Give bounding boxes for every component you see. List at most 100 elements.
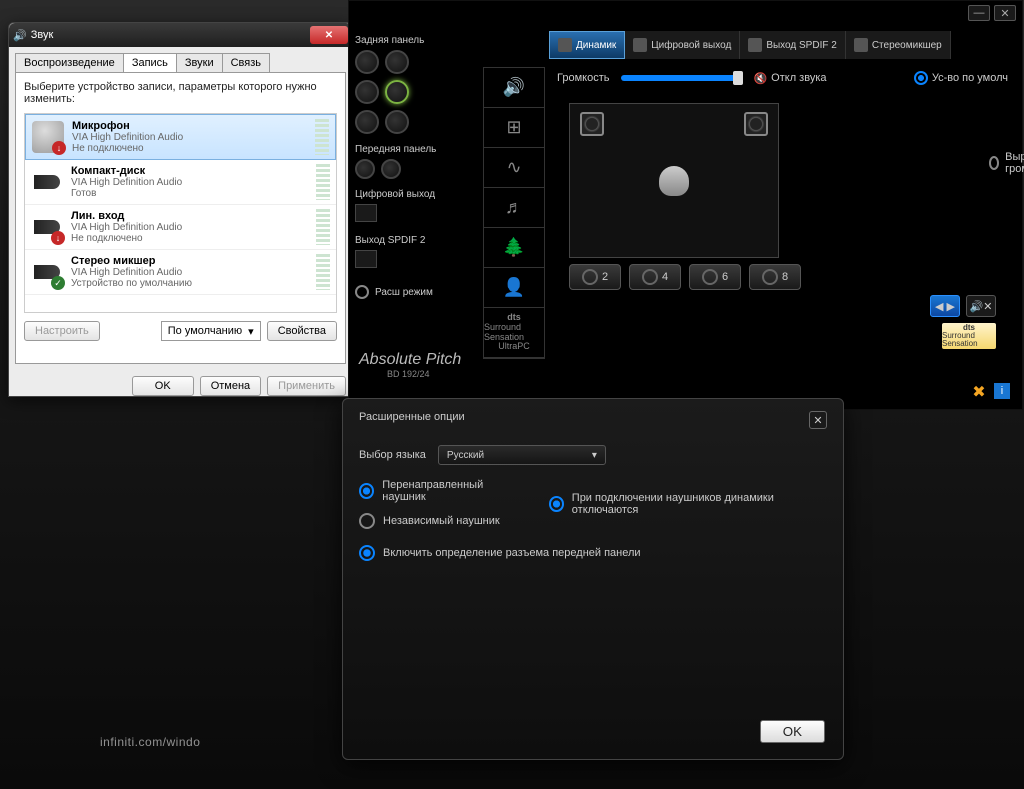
- speaker-fl-icon[interactable]: [580, 112, 604, 136]
- device-name: Компакт-диск: [71, 165, 308, 177]
- device-name: Лин. вход: [71, 210, 308, 222]
- speakers-6-button[interactable]: 6: [689, 264, 741, 290]
- dts-logo: dtsSurround Sensation: [942, 323, 996, 349]
- device-sub: VIA High Definition Audio: [72, 132, 307, 143]
- desktop-watermark: infiniti.com/windo: [100, 735, 200, 749]
- dts-icon[interactable]: dts Surround Sensation UltraPC: [484, 308, 544, 358]
- karaoke-icon[interactable]: 👤: [484, 268, 544, 308]
- configure-button[interactable]: Настроить: [24, 321, 100, 341]
- speaker-icon: [558, 38, 572, 52]
- cancel-button[interactable]: Отмена: [200, 376, 261, 396]
- plug-icon: [633, 38, 647, 52]
- window-title: Звук: [31, 29, 54, 41]
- listener-icon: [659, 166, 689, 196]
- device-status: Готов: [71, 188, 308, 199]
- device-line-in[interactable]: ↓ Лин. вход VIA High Definition Audio Не…: [25, 205, 336, 250]
- radio-on-icon: [549, 496, 564, 512]
- opt-redirected-headphone[interactable]: Перенаправленный наушник: [359, 479, 521, 503]
- radio-on-icon: [914, 71, 928, 85]
- speakers-4-button[interactable]: 4: [629, 264, 681, 290]
- titlebar[interactable]: 🔊 Звук ✕: [9, 23, 352, 47]
- default-device-toggle[interactable]: Ус-во по умолч: [914, 71, 1008, 85]
- speaker-layout-view: [569, 103, 779, 258]
- ok-button[interactable]: OK: [760, 720, 825, 743]
- spdif-out-label: Выход SPDIF 2: [355, 235, 473, 246]
- tab-recording[interactable]: Запись: [123, 53, 177, 72]
- jack-port[interactable]: [385, 110, 409, 134]
- device-status: Не подключено: [72, 143, 307, 154]
- ext-mode-toggle[interactable]: Расш режим: [355, 285, 473, 299]
- opt-independent-headphone[interactable]: Независимый наушник: [359, 513, 521, 529]
- play-test-button[interactable]: ◀ ▶: [930, 295, 960, 317]
- level-meter: [316, 254, 330, 290]
- language-select[interactable]: Русский ▾: [438, 445, 606, 465]
- jack-port-active[interactable]: [385, 80, 409, 104]
- environment-icon[interactable]: 🌲: [484, 228, 544, 268]
- volume-slider[interactable]: [621, 75, 741, 81]
- tools-button[interactable]: 🔊✕: [966, 295, 996, 317]
- volume-icon[interactable]: 🔊: [484, 68, 544, 108]
- digital-port-icon[interactable]: [355, 204, 377, 222]
- jack-port[interactable]: [385, 50, 409, 74]
- radio-icon: [355, 285, 369, 299]
- radio-off-icon: [359, 513, 375, 529]
- tab-digital-out[interactable]: Цифровой выход: [625, 31, 740, 59]
- jack-port[interactable]: [355, 80, 379, 104]
- speakers-8-button[interactable]: 8: [749, 264, 801, 290]
- device-sub: VIA High Definition Audio: [71, 177, 308, 188]
- tab-stereomix[interactable]: Стереомикшер: [846, 31, 951, 59]
- device-status: Не подключено: [71, 233, 308, 244]
- sound-dialog: 🔊 Звук ✕ Воспроизведение Запись Звуки Св…: [8, 22, 353, 397]
- speaker-count-buttons: 2 4 6 8: [569, 264, 1016, 290]
- opt-speakers-off-on-hp[interactable]: При подключении наушников динамики отклю…: [549, 479, 828, 529]
- jack-port[interactable]: [355, 50, 379, 74]
- device-stereo-mix[interactable]: ✓ Стерео микшер VIA High Definition Audi…: [25, 250, 336, 295]
- level-meter: [316, 164, 330, 200]
- tab-body: Выберите устройство записи, параметры ко…: [15, 72, 346, 364]
- jack-port[interactable]: [355, 159, 375, 179]
- volume-label: Громкость: [557, 72, 609, 84]
- set-default-dropdown[interactable]: По умолчанию▾: [161, 321, 261, 341]
- device-cd[interactable]: Компакт-диск VIA High Definition Audio Г…: [25, 160, 336, 205]
- digital-out-label: Цифровой выход: [355, 189, 473, 200]
- opt-jack-detection[interactable]: Включить определение разъема передней па…: [359, 545, 827, 561]
- speakers-2-button[interactable]: 2: [569, 264, 621, 290]
- close-button[interactable]: ✕: [809, 411, 827, 429]
- ok-button[interactable]: OK: [132, 376, 194, 396]
- device-microphone[interactable]: ↓ Микрофон VIA High Definition Audio Не …: [25, 114, 336, 160]
- device-sub: VIA High Definition Audio: [71, 222, 308, 233]
- dialog-title: Расширенные опции: [359, 411, 465, 429]
- digital-port-icon[interactable]: [355, 250, 377, 268]
- tab-spdif[interactable]: Выход SPDIF 2: [740, 31, 846, 59]
- settings-button[interactable]: ✖: [970, 383, 988, 401]
- wave-icon[interactable]: ∿: [484, 148, 544, 188]
- ring-icon: [702, 269, 718, 285]
- equalizer-icon[interactable]: ♬: [484, 188, 544, 228]
- mute-button[interactable]: 🔇Откл звука: [753, 72, 826, 85]
- close-button[interactable]: ✕: [310, 26, 348, 44]
- cable-icon: [31, 166, 63, 198]
- tab-playback[interactable]: Воспроизведение: [15, 53, 124, 72]
- apply-button[interactable]: Применить: [267, 376, 346, 396]
- ring-icon: [762, 269, 778, 285]
- tab-communications[interactable]: Связь: [222, 53, 270, 72]
- jack-port[interactable]: [381, 159, 401, 179]
- minimize-button[interactable]: —: [968, 5, 990, 21]
- tab-sounds[interactable]: Звуки: [176, 53, 223, 72]
- advanced-options-dialog: Расширенные опции ✕ Выбор языка Русский …: [342, 398, 844, 760]
- properties-button[interactable]: Свойства: [267, 321, 337, 341]
- rear-panel-label: Задняя панель: [355, 35, 473, 46]
- speaker-config-icon[interactable]: ⊞: [484, 108, 544, 148]
- brand-logo: Absolute Pitch BD 192/24: [359, 351, 461, 379]
- instruction: Выберите устройство записи, параметры ко…: [24, 81, 337, 105]
- disconnected-badge-icon: ↓: [51, 231, 65, 245]
- close-button[interactable]: ✕: [994, 5, 1016, 21]
- audio-control-panel: — ✕ Задняя панель Передняя панель Цифров…: [348, 0, 1023, 410]
- jack-port[interactable]: [355, 110, 379, 134]
- speaker-fr-icon[interactable]: [744, 112, 768, 136]
- tab-speaker[interactable]: Динамик: [549, 31, 625, 59]
- info-button[interactable]: i: [994, 383, 1010, 399]
- normalize-toggle[interactable]: Выравнивание громкости: [989, 151, 1024, 175]
- device-sub: VIA High Definition Audio: [71, 267, 308, 278]
- chevron-down-icon: ▾: [248, 325, 254, 338]
